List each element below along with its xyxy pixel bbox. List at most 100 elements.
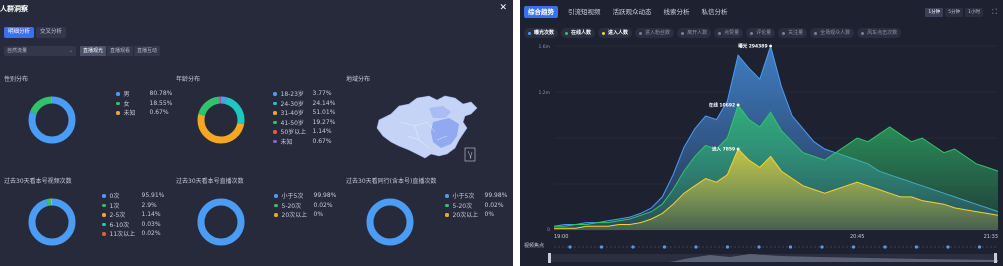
panel-title: 人群洞察 xyxy=(0,5,28,13)
traffic-source-select[interactable]: 自然流量 ⌄ xyxy=(4,46,76,56)
segment-live-interact[interactable]: 直播互动 xyxy=(134,46,162,56)
donut-slice-0[interactable] xyxy=(197,198,245,246)
legend-item: 31-40岁 51.01% xyxy=(273,108,335,118)
peak-annotation: 进入 7859 xyxy=(712,146,735,153)
legend-dot xyxy=(102,213,106,217)
legend-dot xyxy=(116,92,120,96)
tab-lead-analysis[interactable]: 线索分析 xyxy=(662,6,692,18)
tab-active-audience[interactable]: 活跃观众动态 xyxy=(611,6,654,18)
chip-label: 进入粉丝数 xyxy=(645,30,671,36)
age-donut-chart xyxy=(197,96,245,144)
timeline-dot[interactable] xyxy=(820,245,824,249)
peak-marker[interactable] xyxy=(736,103,740,107)
timeline-dot[interactable] xyxy=(757,245,761,249)
legend-item: 20次以上 0% xyxy=(274,210,336,220)
chip-exposure[interactable]: 曝光次数 xyxy=(524,28,559,38)
legend-dot xyxy=(274,213,278,217)
donut-slice-0[interactable] xyxy=(28,198,76,246)
chip-dot xyxy=(814,31,818,35)
chip-total-audience[interactable]: 全场观众人数 xyxy=(810,28,855,38)
trend-area-chart: 1.6m1.2m0曝光 294389在线 10692进入 785919:00 20… xyxy=(538,43,999,240)
legend-value: 19.27% xyxy=(312,118,336,126)
chip-dot xyxy=(528,31,531,35)
legend-value: 0.02% xyxy=(141,230,161,238)
peak-marker[interactable] xyxy=(769,44,772,48)
china-region-map xyxy=(376,95,478,162)
timeline-dot[interactable] xyxy=(977,245,982,249)
donut-slice-0[interactable] xyxy=(366,198,414,246)
legend-dot xyxy=(274,203,278,207)
legend-item: 11次以上 0.02% xyxy=(102,229,164,239)
tab-dm-analysis[interactable]: 私信分析 xyxy=(700,6,730,18)
chip-dot xyxy=(718,31,722,35)
chip-enter[interactable]: 进入人数 xyxy=(598,28,633,38)
chip-enter-fans[interactable]: 进入粉丝数 xyxy=(635,28,675,38)
legend-value: 99.98% xyxy=(484,192,508,200)
timeline-right-handle[interactable] xyxy=(994,253,997,263)
chip-label: 全场观众人数 xyxy=(820,30,851,36)
timeline-dot[interactable] xyxy=(694,245,698,249)
chip-dot xyxy=(565,31,569,35)
granularity-5min[interactable]: 5分钟 xyxy=(945,8,964,17)
timeline-dot[interactable] xyxy=(599,245,604,249)
segment-live-watch[interactable]: 直播观看 xyxy=(107,46,135,56)
legend-dot xyxy=(273,92,277,96)
legend-item: 50岁以上 1.14% xyxy=(273,127,335,137)
timeline-dot[interactable] xyxy=(883,245,887,249)
crowd-insight-panel: 人群洞察 ✕ 明细分析 交叉分析 自然流量 ⌄ 直播观光 直播观看 直播互动 性… xyxy=(0,0,513,266)
timeline-dot[interactable] xyxy=(568,245,572,249)
timeline-left-handle[interactable] xyxy=(548,253,551,263)
legend-label: 未知 xyxy=(280,138,293,146)
chip-dot xyxy=(681,31,685,35)
granularity-1min[interactable]: 1分钟 xyxy=(925,8,944,17)
tab-detail-analysis[interactable]: 明细分析 xyxy=(4,27,35,38)
filter-bar: 自然流量 ⌄ 直播观光 直播观看 直播互动 xyxy=(4,46,162,56)
chip-comments[interactable]: 评论量 xyxy=(746,28,776,38)
peer30-title: 过去30天看同行(含本号)直播次数 xyxy=(346,178,437,185)
legend-dot xyxy=(445,194,449,198)
timeline-dot[interactable] xyxy=(788,245,793,249)
chip-label: 评论量 xyxy=(756,30,772,36)
legend-dot xyxy=(273,130,277,134)
chip-online[interactable]: 在线人数 xyxy=(561,28,596,38)
legend-value: 99.98% xyxy=(313,192,337,200)
chip-follows[interactable]: 关注量 xyxy=(778,28,808,38)
legend-item: 男 80.78% xyxy=(116,89,172,99)
legend-label: 0次 xyxy=(109,193,120,201)
chip-likes[interactable]: 点赞量 xyxy=(714,28,744,38)
granularity-1hour[interactable]: 1小时 xyxy=(965,8,983,17)
timeline-dot[interactable] xyxy=(631,245,635,249)
legend-label: 1次 xyxy=(109,202,120,210)
chip-windmill-clicks[interactable]: 风车点击次数 xyxy=(857,28,902,38)
timeline-dot[interactable] xyxy=(946,245,950,249)
segment-live-exposure[interactable]: 直播观光 xyxy=(80,46,108,56)
peak-marker[interactable] xyxy=(736,147,740,151)
age-legend: 18-23岁 3.77% 24-30岁 24.14% 31-40岁 51.01% 41-50… xyxy=(273,89,335,146)
y-tick-label: 1.6m xyxy=(538,44,550,50)
audience-segment-control: 直播观光 直播观看 直播互动 xyxy=(80,46,162,56)
tab-cross-analysis[interactable]: 交叉分析 xyxy=(36,27,67,38)
chip-leave[interactable]: 离开人数 xyxy=(677,28,712,38)
timeline-dot[interactable] xyxy=(914,245,919,249)
legend-item: 20次以上 0% xyxy=(445,210,507,220)
legend-dot xyxy=(102,222,106,226)
timeline-scrubber[interactable] xyxy=(520,240,1003,266)
chip-label: 风车点击次数 xyxy=(867,30,898,36)
legend-label: 50岁以上 xyxy=(280,129,307,137)
timeline-dot[interactable] xyxy=(725,245,730,249)
legend-item: 未知 0.67% xyxy=(273,137,335,147)
legend-label: 20次以上 xyxy=(452,212,479,220)
live30-legend: 小于5次 99.98% 5-20次 0.02% 20次以上 0% xyxy=(274,191,336,220)
fullscreen-icon[interactable]: ⛶ xyxy=(992,8,997,17)
tab-traffic-videos[interactable]: 引流短视频 xyxy=(566,6,603,18)
watch30-legend: 0次 95.91% 1次 2.9% 2-5次 1.14% 6-10次 0.03% 11次以上 0.… xyxy=(102,191,164,239)
video-focus-bar: 视频焦点 xyxy=(520,240,1003,266)
timeline-dot[interactable] xyxy=(851,245,856,249)
analysis-tabs: 明细分析 交叉分析 xyxy=(4,27,67,38)
peer30-legend: 小于5次 99.98% 5-20次 0.02% 20次以上 0% xyxy=(445,191,507,220)
close-icon[interactable]: ✕ xyxy=(499,3,507,13)
peer30-donut-chart xyxy=(366,198,414,246)
timeline-dot[interactable] xyxy=(662,245,667,249)
tab-overall-trend[interactable]: 综合趋势 xyxy=(524,6,558,18)
legend-item: 6-10次 0.03% xyxy=(102,220,164,230)
